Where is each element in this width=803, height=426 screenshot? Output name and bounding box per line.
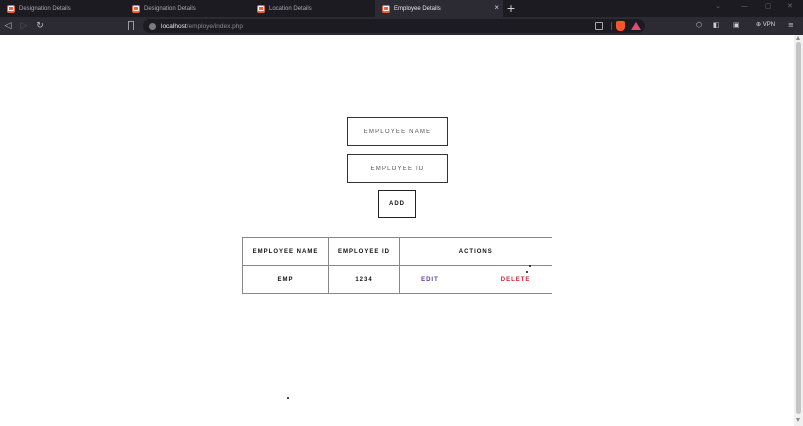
brave-shields-icon[interactable]: [616, 21, 625, 31]
stray-dot: [526, 271, 528, 273]
scrollbar-thumb[interactable]: [796, 42, 801, 414]
forward-icon[interactable]: ▷: [16, 17, 32, 35]
employee-id-input[interactable]: [347, 154, 448, 183]
tab-title: Location Details: [269, 5, 312, 12]
reload-icon[interactable]: ↻: [32, 17, 48, 35]
back-icon[interactable]: ◁: [0, 17, 16, 35]
wallet-icon[interactable]: ▣: [733, 21, 740, 29]
delete-link[interactable]: DELETE: [501, 277, 531, 283]
maximize-icon[interactable]: ▢: [765, 2, 772, 10]
site-info-icon[interactable]: [149, 22, 156, 30]
tab-designation-details-1[interactable]: Designation Details: [0, 0, 125, 17]
column-header-employee-name: EMPLOYEE NAME: [242, 237, 329, 266]
divider: [611, 22, 612, 30]
tab-location-details[interactable]: Location Details: [250, 0, 375, 17]
tab-title: Designation Details: [144, 5, 196, 12]
bookmark-icon[interactable]: [128, 21, 134, 30]
tab-search-icon[interactable]: ⌄: [715, 2, 721, 10]
employee-name-input[interactable]: [347, 117, 448, 146]
minimize-icon[interactable]: —: [741, 2, 748, 10]
column-header-actions: ACTIONS: [399, 237, 552, 266]
stray-dot: [287, 397, 289, 399]
tab-title: Employee Details: [394, 5, 441, 12]
share-icon[interactable]: [595, 22, 603, 30]
favicon-icon: [7, 4, 15, 13]
sidebar-icon[interactable]: ◧: [713, 21, 720, 29]
new-tab-button[interactable]: +: [503, 0, 519, 17]
scroll-down-icon[interactable]: [796, 418, 800, 422]
browser-tab-strip: Designation Details Designation Details …: [0, 0, 803, 17]
url-host: localhost: [161, 22, 187, 30]
cell-employee-name: EMP: [242, 265, 329, 294]
table-row: EMP 1234 EDIT DELETE: [242, 265, 552, 294]
tab-employee-details[interactable]: Employee Details ×: [375, 0, 503, 17]
window-close-icon[interactable]: ✕: [787, 2, 793, 10]
vpn-button[interactable]: ⊕ VPN: [756, 21, 775, 28]
vpn-label: VPN: [762, 22, 776, 28]
close-tab-icon[interactable]: ×: [494, 3, 499, 12]
brave-rewards-icon[interactable]: [631, 22, 641, 30]
add-button[interactable]: ADD: [378, 190, 416, 218]
favicon-icon: [382, 4, 390, 13]
cell-actions: EDIT DELETE: [399, 265, 552, 294]
favicon-icon: [257, 4, 265, 13]
employee-table: EMPLOYEE NAME EMPLOYEE ID ACTIONS EMP 12…: [242, 237, 552, 294]
extensions-icon[interactable]: ⬡: [696, 21, 702, 29]
cell-employee-id: 1234: [328, 265, 400, 294]
favicon-icon: [132, 4, 140, 13]
table-header-row: EMPLOYEE NAME EMPLOYEE ID ACTIONS: [242, 237, 552, 266]
tab-title: Designation Details: [19, 5, 71, 12]
edit-link[interactable]: EDIT: [421, 277, 439, 283]
page-content: [0, 35, 794, 426]
stray-dot: [529, 265, 531, 267]
browser-toolbar: ◁ ▷ ↻ localhost/employe/index.php ⬡ ◧ ▣ …: [0, 17, 803, 35]
column-header-employee-id: EMPLOYEE ID: [328, 237, 400, 266]
address-bar[interactable]: localhost/employe/index.php: [143, 19, 645, 33]
url-path: /employe/index.php: [186, 22, 244, 30]
scroll-up-icon[interactable]: [796, 36, 800, 40]
menu-icon[interactable]: ≡: [788, 21, 794, 29]
tab-designation-details-2[interactable]: Designation Details: [125, 0, 250, 17]
